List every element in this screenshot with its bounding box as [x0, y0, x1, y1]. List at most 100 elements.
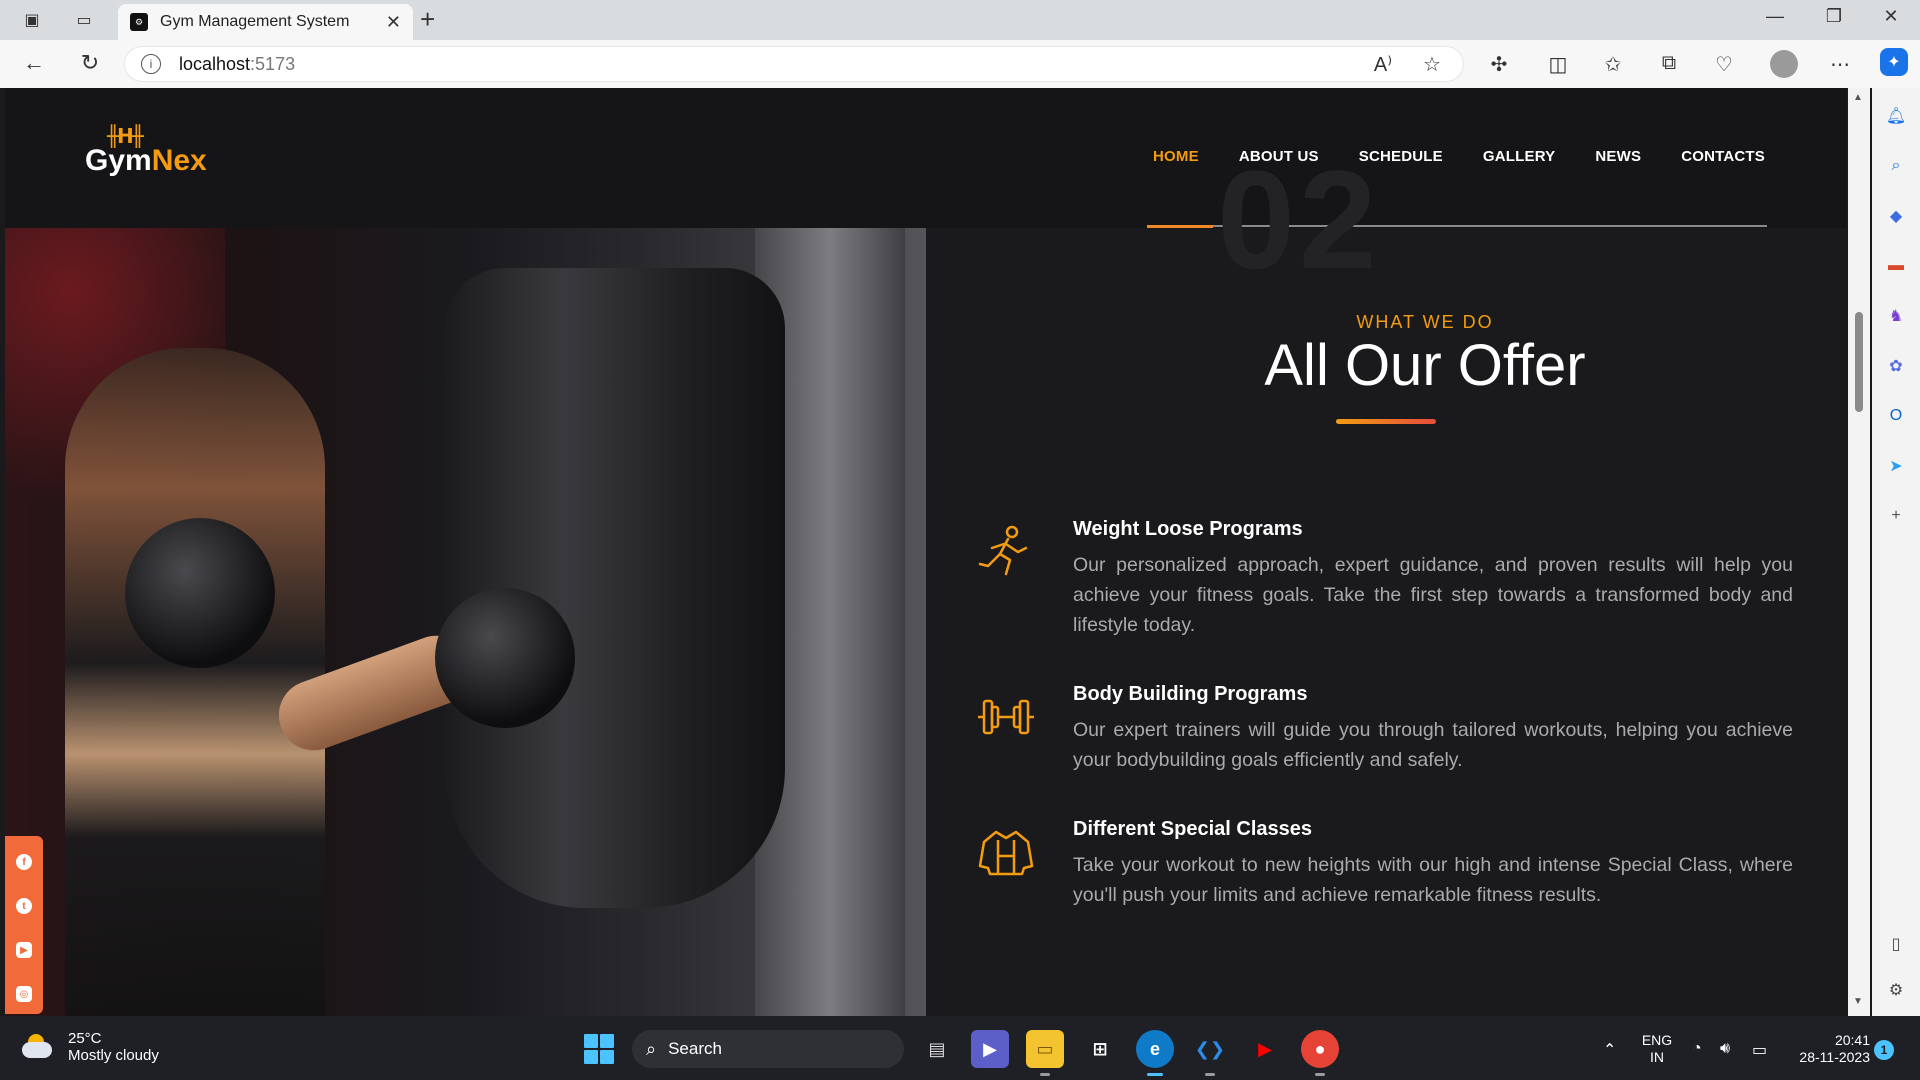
send-icon[interactable]: ➤ — [1882, 452, 1910, 480]
notification-badge[interactable]: 1 — [1874, 1040, 1894, 1060]
facebook-icon[interactable]: f — [16, 854, 32, 870]
boxer-figure — [65, 348, 325, 1016]
program-description: Our personalized approach, expert guidan… — [1073, 554, 1793, 636]
search-icon: ⌕ — [646, 1038, 657, 1059]
shopping-tag-icon[interactable]: ◆ — [1882, 202, 1910, 230]
windows-taskbar: 25°C Mostly cloudy ⌕ Search ▤ ▶ ▭ ⊞ e ❮❯… — [0, 1016, 1920, 1080]
site-info-icon[interactable]: i — [141, 54, 161, 74]
sidebar-toggle-icon[interactable]: ▯ — [1882, 930, 1910, 958]
nav-contacts[interactable]: CONTACTS — [1681, 148, 1765, 165]
chrome-icon[interactable]: ● — [1301, 1030, 1339, 1076]
battery-icon[interactable]: ▭ — [1752, 1040, 1767, 1060]
volume-icon[interactable]: 🔊︎ — [1720, 1040, 1730, 1058]
youtube-app-icon[interactable]: ▶ — [1246, 1030, 1284, 1068]
copilot-sidebar-icon[interactable]: ✿ — [1882, 352, 1910, 380]
new-tab-button[interactable]: + — [420, 4, 435, 35]
search-label: Search — [668, 1039, 722, 1058]
weather-widget[interactable]: 25°C Mostly cloudy — [22, 1030, 159, 1064]
refresh-icon[interactable]: ↻ — [74, 50, 106, 76]
store-icon[interactable]: ⊞ — [1081, 1030, 1119, 1068]
dumbbell-icon — [978, 699, 1034, 735]
nav-gallery[interactable]: GALLERY — [1483, 148, 1556, 165]
nav-active-indicator — [1147, 225, 1213, 228]
program-description: Our expert trainers will guide you throu… — [1073, 719, 1793, 771]
workspaces-icon[interactable]: ▣ — [16, 6, 48, 34]
language-indicator[interactable]: ENG IN — [1640, 1032, 1674, 1066]
page-scrollbar[interactable]: ▲ ▼ — [1848, 88, 1870, 1016]
logo-text-nex: Nex — [151, 144, 207, 177]
address-bar-row: ← ↻ i localhost:5173 A⁾ ☆ ✣ ◫ ✩ ⧉ ♡ ⋯ — [0, 40, 1920, 88]
start-button[interactable] — [584, 1034, 614, 1064]
nav-news[interactable]: NEWS — [1595, 148, 1641, 165]
more-menu-icon[interactable]: ⋯ — [1825, 52, 1855, 77]
boxing-glove — [435, 588, 575, 728]
weather-condition: Mostly cloudy — [68, 1047, 159, 1064]
edge-sidebar: 🔔︎ ⌕ ◆ ▬ ♞ ✿ O ➤ + ▯ ⚙ — [1872, 88, 1920, 1016]
back-icon[interactable]: ← — [18, 50, 50, 76]
task-view-icon[interactable]: ▤ — [918, 1030, 956, 1068]
scrollbar-thumb[interactable] — [1855, 312, 1863, 412]
browser-tab[interactable]: ⚙ Gym Management System ✕ — [118, 4, 413, 40]
split-screen-icon[interactable]: ◫ — [1543, 52, 1573, 77]
close-tab-icon[interactable]: ✕ — [386, 12, 401, 33]
url-host: localhost — [179, 53, 251, 74]
favorites-icon[interactable]: ✩ — [1598, 52, 1628, 77]
twitter-icon[interactable]: t — [16, 898, 32, 914]
teams-icon[interactable]: ▶ — [971, 1030, 1009, 1068]
program-description: Take your workout to new heights with ou… — [1073, 854, 1793, 906]
social-links-strip: f t ▶ ◎ — [5, 836, 43, 1014]
restore-icon[interactable]: ❐ — [1814, 6, 1854, 27]
close-window-icon[interactable]: ✕ — [1871, 6, 1911, 27]
browser-tab-bar: ▣ ▭ ⚙ Gym Management System ✕ + — ❐ ✕ — [0, 0, 1920, 40]
search-icon[interactable]: ⌕ — [1882, 152, 1910, 180]
tab-favicon-icon: ⚙ — [130, 13, 148, 31]
program-title: Body Building Programs — [1073, 683, 1308, 705]
title-underline — [1336, 419, 1436, 424]
section-subtitle: WHAT WE DO — [1356, 312, 1494, 332]
scroll-up-icon[interactable]: ▲ — [1853, 92, 1863, 103]
games-icon[interactable]: ♞ — [1882, 302, 1910, 330]
program-title: Weight Loose Programs — [1073, 518, 1303, 540]
scroll-down-icon[interactable]: ▼ — [1853, 996, 1863, 1007]
tab-actions-icon[interactable]: ▭ — [68, 6, 100, 34]
boxing-glove — [125, 518, 275, 668]
lang-region: IN — [1650, 1049, 1664, 1065]
section-number-watermark: 02 — [1217, 141, 1381, 298]
add-icon[interactable]: + — [1882, 502, 1910, 530]
extensions-icon[interactable]: ✣ — [1484, 52, 1514, 77]
taskbar-search[interactable]: ⌕ Search — [632, 1030, 904, 1068]
site-header: ╫H╫ GymNex HOME ABOUT US SCHEDULE GALLER… — [5, 88, 1846, 228]
url-field[interactable]: i localhost:5173 — [124, 46, 1464, 82]
clock-date: 28-11-2023 — [1799, 1049, 1870, 1065]
tab-title: Gym Management System — [160, 13, 350, 30]
url-port: :5173 — [250, 53, 296, 74]
file-explorer-icon[interactable]: ▭ — [1026, 1030, 1064, 1076]
read-aloud-icon[interactable]: A⁾ — [1368, 52, 1398, 77]
instagram-icon[interactable]: ◎ — [16, 986, 32, 1002]
hero-image-boxer — [5, 228, 926, 1016]
profile-avatar[interactable] — [1770, 50, 1798, 78]
system-clock[interactable]: 20:41 28-11-2023 — [1790, 1032, 1870, 1066]
weather-cloud-icon — [22, 1034, 54, 1060]
tools-icon[interactable]: ▬ — [1882, 252, 1910, 280]
minimize-icon[interactable]: — — [1755, 6, 1795, 27]
copilot-icon[interactable]: ✦ — [1880, 48, 1908, 76]
outlook-icon[interactable]: O — [1882, 402, 1910, 430]
jacket-icon — [978, 830, 1034, 876]
weather-temperature: 25°C — [68, 1030, 102, 1047]
running-person-icon — [978, 525, 1028, 576]
lang-code: ENG — [1641, 1032, 1673, 1048]
youtube-icon[interactable]: ▶ — [16, 942, 32, 958]
bell-icon[interactable]: 🔔︎ — [1882, 102, 1910, 130]
edge-browser-icon[interactable]: e — [1136, 1030, 1174, 1076]
settings-gear-icon[interactable]: ⚙ — [1882, 976, 1910, 1004]
wifi-icon[interactable]: ◔ — [1692, 1040, 1702, 1058]
favorite-star-icon[interactable]: ☆ — [1417, 52, 1447, 77]
logo-text-gym: Gym — [85, 144, 152, 177]
collections-icon[interactable]: ⧉ — [1654, 52, 1684, 75]
browser-essentials-icon[interactable]: ♡ — [1709, 52, 1739, 77]
nav-home[interactable]: HOME — [1153, 148, 1199, 165]
tray-overflow-icon[interactable]: ⌃ — [1603, 1040, 1616, 1060]
program-title: Different Special Classes — [1073, 818, 1312, 840]
vscode-icon[interactable]: ❮❯ — [1191, 1030, 1229, 1076]
